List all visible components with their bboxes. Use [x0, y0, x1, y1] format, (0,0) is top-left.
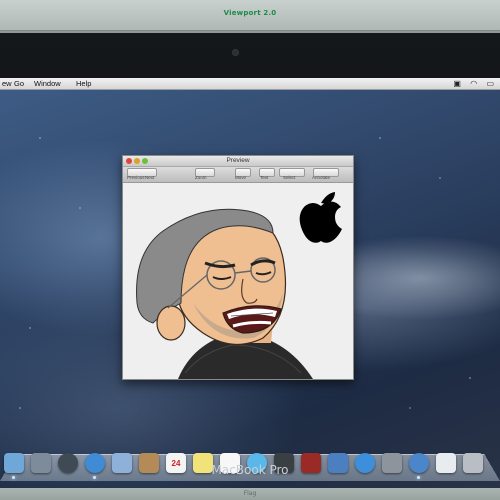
preview-image-canvas[interactable]: [123, 183, 353, 379]
menu-window[interactable]: Window: [34, 79, 61, 88]
preview-toolbar: Previous Next Zoom Move Text Select Anno…: [123, 167, 353, 183]
viewport-titlebar: Viewport 2.0: [0, 0, 500, 31]
menu-view[interactable]: ew: [2, 79, 12, 88]
mac-menubar: ew Go Window Help ▣ ◠ ▭: [0, 78, 500, 90]
preview-titlebar[interactable]: Preview: [123, 156, 353, 167]
display-icon[interactable]: ▭: [486, 79, 494, 88]
mac-screen[interactable]: ew Go Window Help ▣ ◠ ▭ Preview Previous…: [0, 78, 500, 490]
preview-title: Preview: [226, 157, 250, 164]
menu-go[interactable]: Go: [14, 79, 24, 88]
viewport-bottom-strip: Flag: [0, 488, 500, 500]
toolbar-label-text: Text: [260, 175, 269, 180]
wifi-icon[interactable]: ◠: [470, 79, 477, 88]
macbook-model-label: MacBook Pro: [211, 463, 289, 477]
screen-share-icon[interactable]: ▣: [453, 79, 461, 88]
toolbar-label-move: Move: [235, 175, 247, 180]
toolbar-label-select: Select: [283, 175, 296, 180]
viewport-title: Viewport 2.0: [223, 9, 277, 17]
toolbar-label-next: Next: [145, 175, 155, 180]
viewport-bottom-label: Flag: [243, 490, 257, 497]
menu-help[interactable]: Help: [76, 79, 91, 88]
toolbar-label-annotate: Annotate: [312, 175, 331, 180]
toolbar-label-zoom: Zoom: [195, 175, 207, 180]
preview-window[interactable]: Preview Previous Next Zoom Move Text Sel…: [122, 155, 354, 380]
apple-logo-icon: [299, 192, 342, 243]
macbook-bezel: ew Go Window Help ▣ ◠ ▭ Preview Previous…: [0, 33, 500, 490]
camera-icon: [232, 49, 239, 56]
menubar-status-area: ▣ ◠ ▭: [446, 79, 494, 88]
toolbar-label-previous: Previous: [127, 175, 145, 180]
